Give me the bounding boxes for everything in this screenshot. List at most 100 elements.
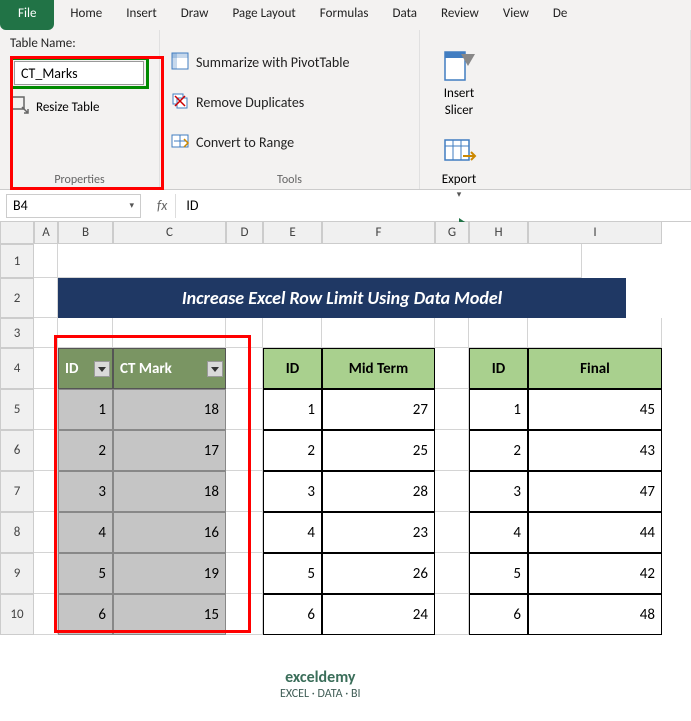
row-header[interactable]: 3 bbox=[0, 318, 34, 348]
mid-value[interactable]: 28 bbox=[322, 471, 435, 512]
row-header[interactable]: 8 bbox=[0, 512, 34, 553]
cell[interactable] bbox=[435, 348, 469, 389]
fx-icon[interactable]: fx bbox=[157, 197, 167, 214]
remove-duplicates-button[interactable]: Remove Duplicates bbox=[170, 89, 409, 117]
cell[interactable] bbox=[226, 318, 263, 348]
tab-file[interactable]: File bbox=[0, 0, 54, 30]
cell[interactable] bbox=[263, 318, 322, 348]
tab-developer[interactable]: De bbox=[541, 0, 579, 30]
fin-value[interactable]: 42 bbox=[528, 553, 662, 594]
cell[interactable] bbox=[226, 512, 263, 553]
cell[interactable] bbox=[226, 389, 263, 430]
tab-home[interactable]: Home bbox=[58, 0, 114, 30]
mid-value[interactable]: 24 bbox=[322, 594, 435, 635]
summarize-pivot-button[interactable]: Summarize with PivotTable bbox=[170, 49, 409, 77]
cell[interactable] bbox=[435, 430, 469, 471]
fin-value[interactable]: 48 bbox=[528, 594, 662, 635]
cell[interactable] bbox=[58, 318, 113, 348]
mid-id[interactable]: 6 bbox=[263, 594, 322, 635]
cell[interactable] bbox=[34, 471, 58, 512]
cell[interactable] bbox=[226, 430, 263, 471]
cell[interactable] bbox=[34, 553, 58, 594]
tab-page-layout[interactable]: Page Layout bbox=[220, 0, 307, 30]
ct-value[interactable]: 15 bbox=[113, 594, 226, 635]
tab-data[interactable]: Data bbox=[381, 0, 430, 30]
row-header[interactable]: 2 bbox=[0, 278, 34, 318]
cell[interactable] bbox=[226, 348, 263, 389]
ct-value[interactable]: 17 bbox=[113, 430, 226, 471]
cell[interactable] bbox=[469, 318, 528, 348]
cell[interactable] bbox=[34, 244, 58, 278]
cell[interactable] bbox=[34, 348, 58, 389]
fin-id[interactable]: 3 bbox=[469, 471, 528, 512]
cell[interactable] bbox=[58, 244, 582, 278]
formula-bar[interactable]: ID bbox=[175, 194, 691, 218]
tab-view[interactable]: View bbox=[491, 0, 541, 30]
fin-header-id[interactable]: ID bbox=[469, 348, 528, 389]
row-header[interactable]: 6 bbox=[0, 430, 34, 471]
cell[interactable] bbox=[435, 594, 469, 635]
cell[interactable] bbox=[34, 318, 58, 348]
cell[interactable] bbox=[322, 318, 435, 348]
fin-id[interactable]: 5 bbox=[469, 553, 528, 594]
cell[interactable] bbox=[34, 512, 58, 553]
cell[interactable] bbox=[435, 553, 469, 594]
col-header[interactable]: B bbox=[58, 222, 113, 244]
filter-dropdown-icon[interactable] bbox=[207, 361, 223, 377]
ct-header-mark[interactable]: CT Mark bbox=[113, 348, 226, 389]
ct-header-id[interactable]: ID bbox=[58, 348, 113, 389]
mid-header-term[interactable]: Mid Term bbox=[322, 348, 435, 389]
tab-review[interactable]: Review bbox=[429, 0, 491, 30]
mid-id[interactable]: 1 bbox=[263, 389, 322, 430]
mid-id[interactable]: 2 bbox=[263, 430, 322, 471]
col-header[interactable]: D bbox=[226, 222, 263, 244]
filter-dropdown-icon[interactable] bbox=[94, 361, 110, 377]
fin-id[interactable]: 1 bbox=[469, 389, 528, 430]
convert-range-button[interactable]: Convert to Range bbox=[170, 129, 409, 157]
cell[interactable] bbox=[528, 318, 662, 348]
cell[interactable] bbox=[435, 389, 469, 430]
cell[interactable] bbox=[435, 318, 469, 348]
cell[interactable] bbox=[34, 278, 58, 318]
ct-id[interactable]: 6 bbox=[58, 594, 113, 635]
col-header[interactable]: E bbox=[263, 222, 322, 244]
fin-value[interactable]: 44 bbox=[528, 512, 662, 553]
resize-table-button[interactable]: Resize Table bbox=[10, 95, 149, 119]
chevron-down-icon[interactable]: ▾ bbox=[129, 200, 134, 211]
name-box[interactable]: B4 ▾ bbox=[6, 194, 141, 218]
row-header[interactable]: 9 bbox=[0, 553, 34, 594]
ct-id[interactable]: 2 bbox=[58, 430, 113, 471]
ct-value[interactable]: 19 bbox=[113, 553, 226, 594]
cell[interactable] bbox=[226, 471, 263, 512]
cell[interactable] bbox=[34, 389, 58, 430]
fin-id[interactable]: 4 bbox=[469, 512, 528, 553]
ct-id[interactable]: 1 bbox=[58, 389, 113, 430]
row-header[interactable]: 5 bbox=[0, 389, 34, 430]
col-header[interactable]: C bbox=[113, 222, 226, 244]
cell[interactable] bbox=[226, 553, 263, 594]
fin-id[interactable]: 2 bbox=[469, 430, 528, 471]
ct-id[interactable]: 5 bbox=[58, 553, 113, 594]
mid-id[interactable]: 5 bbox=[263, 553, 322, 594]
mid-value[interactable]: 27 bbox=[322, 389, 435, 430]
fin-value[interactable]: 43 bbox=[528, 430, 662, 471]
ct-id[interactable]: 4 bbox=[58, 512, 113, 553]
mid-header-id[interactable]: ID bbox=[263, 348, 322, 389]
mid-value[interactable]: 26 bbox=[322, 553, 435, 594]
col-header[interactable]: A bbox=[34, 222, 58, 244]
mid-id[interactable]: 4 bbox=[263, 512, 322, 553]
tab-insert[interactable]: Insert bbox=[114, 0, 169, 30]
col-header[interactable]: F bbox=[322, 222, 435, 244]
cell[interactable] bbox=[435, 471, 469, 512]
mid-id[interactable]: 3 bbox=[263, 471, 322, 512]
select-all-cell[interactable] bbox=[0, 222, 34, 244]
cell[interactable] bbox=[34, 594, 58, 635]
fin-header-final[interactable]: Final bbox=[528, 348, 662, 389]
cell[interactable] bbox=[34, 430, 58, 471]
row-header[interactable]: 7 bbox=[0, 471, 34, 512]
col-header[interactable]: I bbox=[528, 222, 662, 244]
col-header[interactable]: H bbox=[469, 222, 528, 244]
mid-value[interactable]: 25 bbox=[322, 430, 435, 471]
ct-value[interactable]: 18 bbox=[113, 389, 226, 430]
tab-draw[interactable]: Draw bbox=[169, 0, 221, 30]
